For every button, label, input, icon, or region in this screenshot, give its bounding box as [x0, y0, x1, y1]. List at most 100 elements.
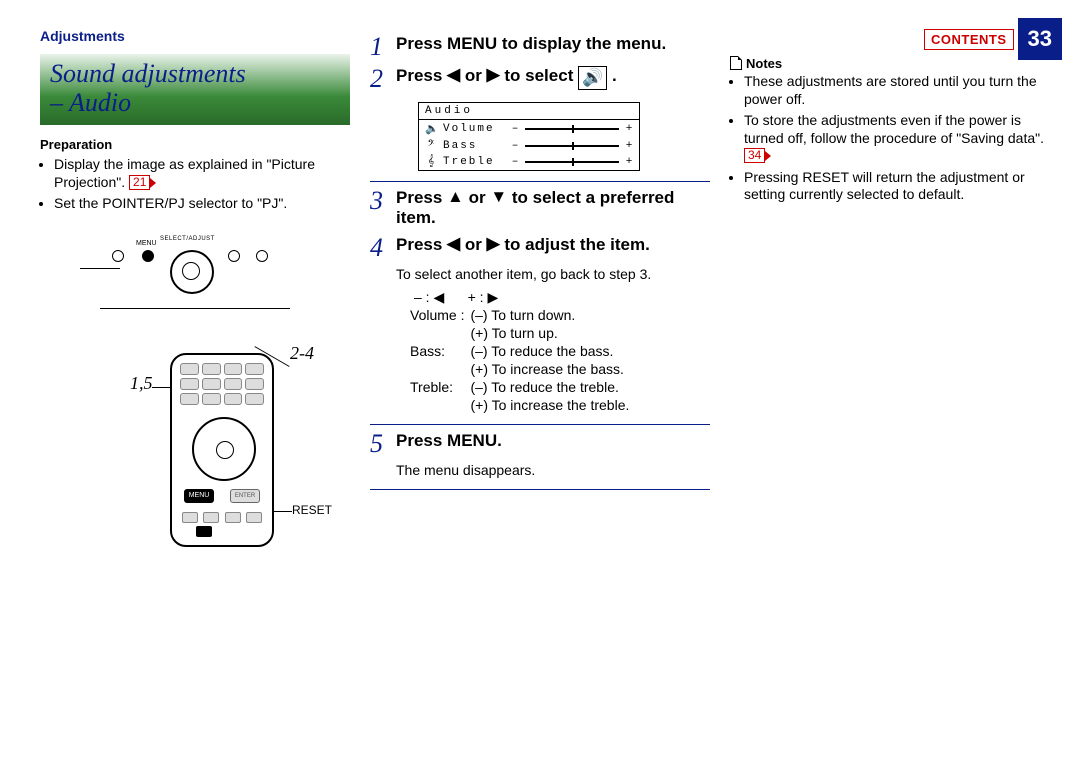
step-4-mid: or — [460, 235, 486, 254]
step-1-title: Press MENU to display the menu. — [396, 34, 710, 60]
page-number: 33 — [1018, 18, 1062, 60]
step-4-pre: Press — [396, 235, 447, 254]
table-row: Volume : (–) To turn down. — [410, 306, 635, 324]
adjust-plus: (+) To turn up. — [470, 324, 635, 342]
remote-small-key — [246, 512, 262, 523]
prep-item-1-text: Display the image as explained in "Pictu… — [54, 156, 315, 190]
osd-slider — [525, 145, 619, 147]
prep-item-2: Set the POINTER/PJ selector to "PJ". — [54, 195, 350, 213]
section-label: Adjustments — [40, 28, 350, 44]
remote-menu-key: MENU — [184, 489, 214, 503]
callout-2-4: 2-4 — [290, 343, 314, 364]
contents-button[interactable]: CONTENTS — [924, 29, 1014, 50]
panel-enter-button — [228, 250, 240, 262]
title-line-1: Sound adjustments — [50, 60, 340, 89]
step-1-number: 1 — [370, 34, 388, 60]
select-adjust-label: SELECT/ADJUST — [160, 236, 215, 242]
reset-label: RESET — [292, 503, 332, 517]
prep-item-1: Display the image as explained in "Pictu… — [54, 156, 350, 191]
osd-slider — [525, 161, 619, 163]
osd-volume-label: Volume — [443, 123, 505, 135]
notes-heading-text: Notes — [746, 56, 782, 71]
volume-icon: 🔈 — [425, 122, 437, 136]
bass-icon: 𝄢 — [425, 140, 437, 152]
adjust-name: Bass: — [410, 342, 470, 360]
table-row: (+) To increase the treble. — [410, 396, 635, 414]
step-5-number: 5 — [370, 431, 388, 457]
remote-enter-key: ENTER — [230, 489, 260, 503]
osd-plus: + — [625, 123, 633, 135]
page-title: Sound adjustments – Audio — [40, 54, 350, 125]
step-2-pre: Press — [396, 66, 447, 85]
step-2-period: . — [607, 66, 616, 85]
adjust-minus: (–) To turn down. — [470, 306, 635, 324]
note-item-2-text: To store the adjustments even if the pow… — [744, 112, 1044, 146]
note-item-2: To store the adjustments even if the pow… — [744, 112, 1060, 165]
projector-panel: SELECT/ADJUST MENU — [100, 238, 290, 309]
step-5-title: Press MENU. — [396, 431, 710, 457]
step-4-number: 4 — [370, 235, 388, 261]
osd-bass-label: Bass — [443, 140, 505, 152]
remote-small-key — [225, 512, 241, 523]
osd-plus: + — [625, 140, 633, 152]
step-4-title: Press ◀ or ▶ to adjust the item. — [396, 235, 710, 261]
callout-1-5: 1,5 — [130, 373, 153, 394]
table-row: (+) To increase the bass. — [410, 360, 635, 378]
page-ref-21[interactable]: 21 — [129, 175, 150, 190]
remote-reset-key — [196, 526, 212, 537]
osd-minus: – — [511, 123, 519, 135]
note-item-1: These adjustments are stored until you t… — [744, 73, 1060, 108]
adjust-name: Volume : — [410, 306, 470, 324]
preparation-heading: Preparation — [40, 137, 350, 152]
arrow-right-icon: ▶ — [487, 65, 500, 85]
remote-small-key — [203, 512, 219, 523]
step-2-mid: or — [460, 66, 486, 85]
step-3-title: Press ▲ or ▼ to select a preferred item. — [396, 188, 710, 229]
adjust-minus: (–) To reduce the treble. — [470, 378, 635, 396]
step-3-pre: Press — [396, 188, 447, 207]
panel-dpad — [170, 250, 214, 294]
panel-menu-label: MENU — [136, 240, 157, 247]
step-2-title: Press ◀ or ▶ to select 🔊 . — [396, 66, 710, 92]
adjust-plus: (+) To increase the treble. — [470, 396, 635, 414]
osd-audio-menu: Audio 🔈 Volume – + 𝄢 Bass – + 𝄞 Treble – — [418, 102, 640, 171]
leader-line — [272, 511, 292, 512]
osd-title: Audio — [419, 103, 639, 120]
osd-minus: – — [511, 156, 519, 168]
osd-minus: – — [511, 140, 519, 152]
arrow-right-icon: ▶ — [487, 234, 500, 254]
adjust-name: Treble: — [410, 378, 470, 396]
osd-row-volume: 🔈 Volume – + — [419, 120, 639, 138]
plus-minus-legend: – : ◀ + : ▶ — [414, 289, 710, 306]
arrow-down-icon: ▼ — [490, 187, 507, 207]
remote-control: MENU ENTER — [170, 353, 274, 547]
pm-plus: + : — [468, 289, 484, 305]
table-row: (+) To turn up. — [410, 324, 635, 342]
device-diagram: SELECT/ADJUST MENU 1,5 2-4 RESET — [40, 243, 350, 543]
title-line-2: – Audio — [50, 89, 340, 118]
divider — [370, 489, 710, 490]
arrow-up-icon: ▲ — [447, 187, 464, 207]
remote-small-key — [182, 512, 198, 523]
panel-standby-button — [112, 250, 124, 262]
panel-menu-button — [142, 250, 154, 262]
arrow-left-icon: ◀ — [433, 289, 444, 305]
osd-plus: + — [625, 156, 633, 168]
table-row: Treble: (–) To reduce the treble. — [410, 378, 635, 396]
treble-icon: 𝄞 — [425, 156, 437, 168]
step-4-note: To select another item, go back to step … — [396, 265, 710, 283]
note-icon — [730, 56, 742, 70]
step-3-number: 3 — [370, 188, 388, 229]
arrow-left-icon: ◀ — [447, 65, 460, 85]
arrow-right-icon: ▶ — [487, 289, 498, 305]
osd-treble-label: Treble — [443, 156, 505, 168]
table-row: Bass: (–) To reduce the bass. — [410, 342, 635, 360]
page-ref-34[interactable]: 34 — [744, 148, 765, 163]
note-item-3: Pressing RESET will return the adjustmen… — [744, 169, 1060, 204]
adjust-plus: (+) To increase the bass. — [470, 360, 635, 378]
divider — [370, 181, 710, 182]
adjust-table: Volume : (–) To turn down. (+) To turn u… — [410, 306, 635, 414]
speaker-icon: 🔊 — [578, 66, 607, 90]
leader-line — [80, 268, 120, 269]
step-4-post: to adjust the item. — [500, 235, 650, 254]
